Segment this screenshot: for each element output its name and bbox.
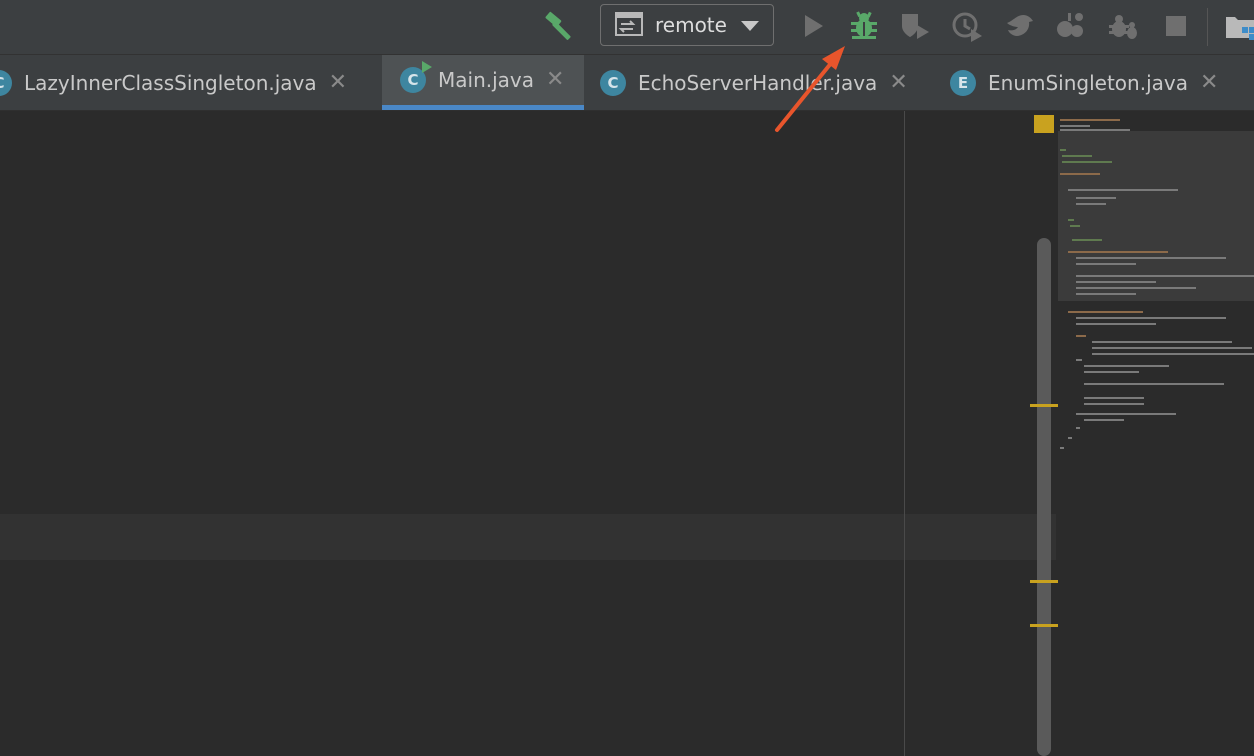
minimap-code-line — [1076, 287, 1196, 289]
warning-stripe-mark[interactable] — [1030, 580, 1058, 583]
minimap-code-line — [1076, 427, 1080, 429]
minimap-code-line — [1076, 335, 1086, 337]
minimap-code-line — [1076, 413, 1176, 415]
minimap-code-line — [1076, 281, 1156, 283]
tab-echo-server-handler[interactable]: C EchoServerHandler.java ✕ — [600, 55, 932, 110]
attach-debugger-button[interactable] — [1055, 9, 1089, 43]
code-editor[interactable] — [0, 111, 1254, 756]
build-button[interactable] — [543, 9, 577, 43]
bug-icon — [851, 11, 877, 39]
project-structure-button[interactable] — [1222, 9, 1254, 43]
minimap-code-line — [1068, 219, 1074, 221]
minimap-code-line — [1084, 419, 1124, 421]
minimap-code-line — [1068, 311, 1143, 313]
tab-label: LazyInnerClassSingleton.java — [24, 70, 317, 95]
tab-enum-singleton[interactable]: E EnumSingleton.java ✕ — [950, 55, 1254, 110]
run-button[interactable] — [796, 9, 830, 43]
profiler-icon — [952, 12, 982, 42]
code-minimap[interactable] — [1058, 111, 1254, 756]
stop-bug-button[interactable] — [1107, 9, 1141, 43]
minimap-code-line — [1092, 353, 1254, 355]
tab-lazy-inner-class-singleton[interactable]: C LazyInnerClassSingleton.java ✕ — [0, 55, 382, 110]
vertical-scrollbar[interactable] — [1037, 238, 1051, 756]
bird-icon — [1007, 15, 1033, 36]
play-icon — [805, 15, 823, 37]
minimap-code-line — [1076, 197, 1116, 199]
minimap-code-line — [1084, 397, 1144, 399]
minimap-code-line — [1076, 263, 1136, 265]
minimap-code-line — [1092, 347, 1252, 349]
minimap-code-line — [1060, 447, 1064, 449]
tab-label: Main.java — [438, 68, 535, 92]
close-icon[interactable]: ✕ — [329, 71, 347, 94]
warning-stripe-mark[interactable] — [1030, 404, 1058, 407]
minimap-code-line — [1076, 275, 1254, 277]
tab-icon-letter: C — [407, 71, 419, 89]
minimap-code-line — [1076, 257, 1226, 259]
class-icon: C — [0, 69, 12, 96]
runnable-class-icon: C — [400, 61, 432, 93]
minimap-code-line — [1070, 225, 1080, 227]
chevron-down-icon — [741, 21, 759, 31]
minimap-code-line — [1084, 403, 1144, 405]
minimap-code-line — [1084, 371, 1139, 373]
minimap-code-line — [1072, 239, 1102, 241]
minimap-code-line — [1076, 359, 1082, 361]
enum-icon: E — [950, 69, 976, 96]
minimap-code-line — [1060, 125, 1090, 127]
minimap-code-line — [1076, 293, 1136, 295]
bug-alt-icon — [1109, 15, 1137, 39]
tab-main[interactable]: C Main.java ✕ — [382, 55, 584, 110]
minimap-code-line — [1062, 161, 1112, 163]
attach-icon — [1057, 13, 1083, 37]
close-icon[interactable]: ✕ — [889, 71, 907, 94]
coverage-icon — [902, 14, 929, 39]
minimap-code-line — [1084, 365, 1169, 367]
concurrency-button[interactable] — [1003, 9, 1037, 43]
minimap-code-line — [1068, 189, 1178, 191]
minimap-code-line — [1068, 437, 1072, 439]
tab-icon-letter: C — [607, 73, 619, 92]
run-configuration-select[interactable]: remote — [600, 4, 774, 46]
debug-button[interactable] — [847, 9, 881, 43]
current-line-highlight — [0, 514, 1056, 560]
stop-button[interactable] — [1159, 9, 1193, 43]
profile-button[interactable] — [951, 9, 985, 43]
minimap-code-line — [1060, 149, 1066, 151]
run-configuration-label: remote — [655, 13, 727, 37]
minimap-code-line — [1060, 129, 1130, 131]
minimap-code-line — [1084, 383, 1224, 385]
class-icon: C — [600, 69, 626, 96]
inspection-status-icon[interactable] — [1034, 115, 1054, 133]
minimap-code-line — [1076, 203, 1106, 205]
tab-label: EchoServerHandler.java — [638, 70, 878, 95]
minimap-code-line — [1076, 323, 1156, 325]
right-margin-guide — [904, 111, 905, 756]
minimap-code-line — [1062, 155, 1092, 157]
stop-icon — [1166, 16, 1186, 36]
close-icon[interactable]: ✕ — [1200, 71, 1218, 94]
warning-stripe-mark[interactable] — [1030, 624, 1058, 627]
tab-icon-letter: E — [957, 73, 969, 92]
minimap-code-line — [1076, 317, 1226, 319]
minimap-code-line — [1068, 251, 1168, 253]
hammer-icon — [545, 11, 571, 40]
close-icon[interactable]: ✕ — [546, 69, 564, 91]
editor-tabs: C LazyInnerClassSingleton.java ✕ C Main.… — [0, 55, 1254, 111]
run-with-coverage-button[interactable] — [898, 9, 932, 43]
tab-icon-letter: C — [0, 74, 5, 92]
run-badge-icon — [422, 61, 432, 73]
toolbar-separator — [1207, 8, 1208, 46]
minimap-code-line — [1092, 341, 1232, 343]
tab-label: EnumSingleton.java — [988, 70, 1188, 95]
minimap-code-line — [1060, 119, 1120, 121]
main-toolbar: remote — [0, 0, 1254, 55]
remote-debug-config-icon — [615, 12, 643, 36]
folder-icon — [1226, 17, 1254, 40]
minimap-code-line — [1060, 173, 1100, 175]
